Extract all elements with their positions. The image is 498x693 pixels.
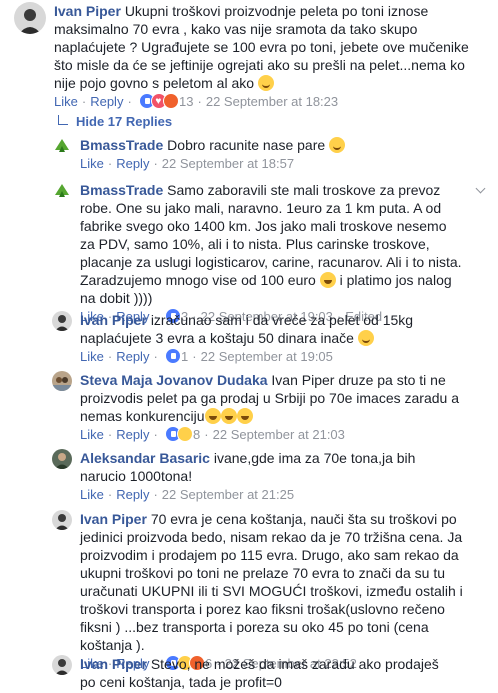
comment-timestamp[interactable]: 22 September at 21:03	[213, 427, 345, 442]
comment-text: Dobro racunite nase pare	[167, 137, 326, 153]
reply-comment: Steva Maja Jovanov Dudaka Ivan Piper dru…	[52, 371, 484, 444]
avatar[interactable]	[52, 449, 72, 469]
avatar[interactable]	[52, 510, 72, 530]
haha-reaction-icon	[177, 426, 194, 442]
laughing-emoji-icon	[319, 272, 336, 288]
avatar[interactable]	[52, 655, 72, 675]
like-button[interactable]: Like	[80, 427, 104, 442]
laughing-emoji-icon	[204, 408, 221, 424]
like-button[interactable]: Like	[80, 349, 104, 364]
avatar[interactable]	[52, 181, 72, 201]
reply-comment: BmassTrade Dobro racunite nase pare Like…	[52, 136, 484, 173]
laughing-emoji-icon	[220, 408, 237, 424]
reactions-summary[interactable]: 8	[165, 426, 200, 442]
smile-emoji-icon	[329, 137, 346, 153]
top-comment: Ivan Piper Ukupni troškovi proizvodnje p…	[14, 2, 484, 111]
reply-comment: Aleksandar Basaric ivane,gde ima za 70e …	[52, 449, 484, 504]
comment-timestamp[interactable]: 22 September at 18:57	[162, 156, 294, 171]
like-button[interactable]: Like	[80, 156, 104, 171]
reply-button[interactable]: Reply	[116, 156, 149, 171]
like-button[interactable]: Like	[80, 487, 104, 502]
comment-timestamp[interactable]: 22 September at 18:23	[206, 94, 338, 109]
reply-comment: Ivan Piper Stevo, ne možeš da imaš zarad…	[52, 655, 484, 691]
avatar[interactable]	[52, 371, 72, 391]
reply-button[interactable]: Reply	[90, 94, 123, 109]
reply-comment: BmassTrade Samo zaboravili ste mali tros…	[52, 181, 484, 326]
chevron-down-icon[interactable]	[476, 185, 486, 195]
comment-author[interactable]: BmassTrade	[80, 137, 163, 153]
comment-author[interactable]: Ivan Piper	[80, 656, 147, 672]
smile-emoji-icon	[257, 75, 274, 91]
reply-button[interactable]: Reply	[116, 349, 149, 364]
like-button[interactable]: Like	[54, 94, 78, 109]
comment-author[interactable]: BmassTrade	[80, 182, 163, 198]
reaction-count: 13	[179, 94, 194, 109]
reply-comment: Ivan Piper 70 evra je cena koštanja, nau…	[52, 510, 484, 673]
angry-reaction-icon	[163, 93, 180, 109]
comment-author[interactable]: Ivan Piper	[80, 312, 147, 328]
comment-timestamp[interactable]: 22 September at 19:05	[201, 349, 333, 364]
avatar[interactable]	[52, 136, 72, 156]
avatar[interactable]	[14, 2, 46, 34]
comment-author[interactable]: Aleksandar Basaric	[80, 450, 210, 466]
laughing-emoji-icon	[236, 408, 253, 424]
reactions-summary[interactable]: 13	[139, 93, 194, 111]
comment-text: 70 evra je cena koštanja, nauči šta su t…	[80, 511, 463, 653]
reply-button[interactable]: Reply	[116, 487, 149, 502]
comment-timestamp[interactable]: 22 September at 21:25	[162, 487, 294, 502]
reactions-summary[interactable]: 1	[165, 348, 188, 364]
hide-replies-link[interactable]: Hide 17 Replies	[58, 113, 172, 131]
avatar[interactable]	[52, 311, 72, 331]
like-reaction-icon	[165, 348, 182, 364]
smile-emoji-icon	[357, 330, 374, 346]
reply-arrow-icon	[58, 115, 68, 125]
comment-author[interactable]: Steva Maja Jovanov Dudaka	[80, 372, 268, 388]
reply-comment: Ivan Piper izračunao sam i da vreće za p…	[52, 311, 484, 366]
reply-button[interactable]: Reply	[116, 427, 149, 442]
comment-author[interactable]: Ivan Piper	[80, 511, 147, 527]
comment-thread: Ivan Piper Ukupni troškovi proizvodnje p…	[0, 0, 498, 693]
comment-author[interactable]: Ivan Piper	[54, 3, 121, 19]
